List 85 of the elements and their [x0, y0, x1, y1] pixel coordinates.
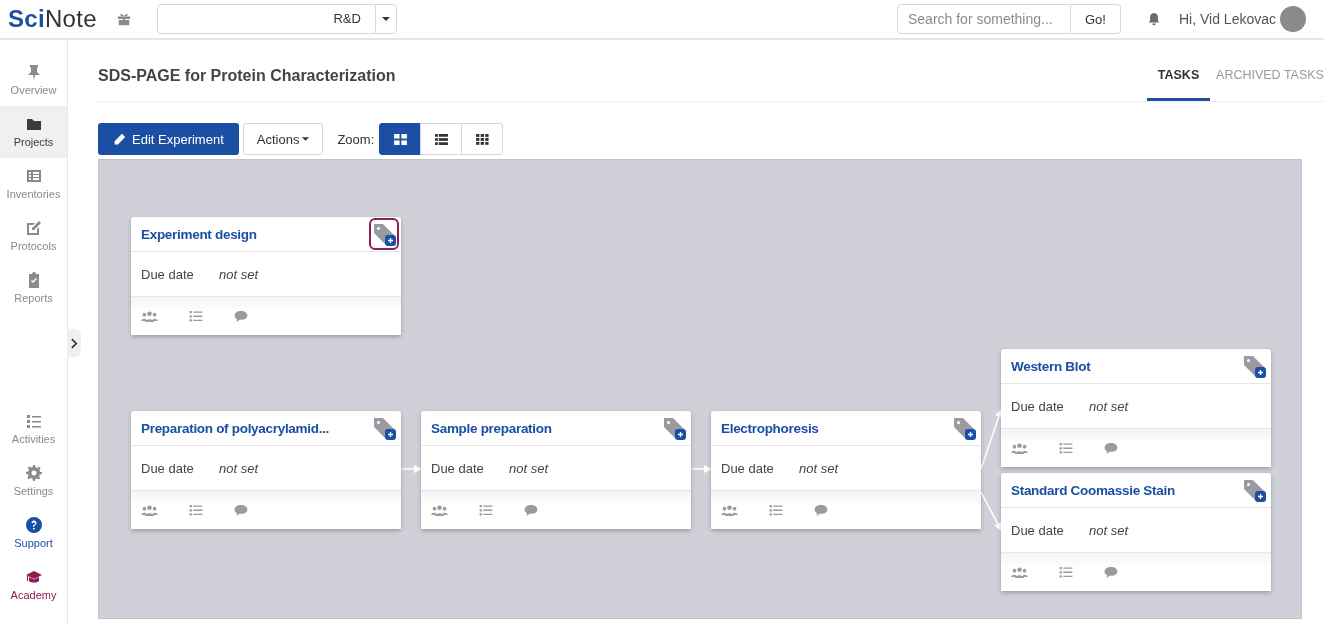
task-name[interactable]: Experiment design	[141, 226, 257, 242]
sidebar-item[interactable]: Academy	[0, 559, 67, 611]
gift-icon[interactable]	[116, 12, 131, 26]
add-tag-button[interactable]	[369, 218, 399, 250]
due-date-value: not set	[799, 460, 839, 476]
comment-icon[interactable]	[234, 504, 248, 516]
task-name[interactable]: Sample preparation	[431, 420, 552, 436]
search-field[interactable]: Search for something...	[897, 4, 1071, 34]
connector-arrow	[690, 465, 712, 473]
due-date-value: not set	[219, 266, 259, 282]
question-icon	[25, 517, 42, 533]
large-grid-icon	[393, 133, 407, 145]
experiment-title: SDS-PAGE for Protein Characterization	[98, 67, 396, 85]
pencil-icon	[113, 132, 126, 146]
sidebar-item[interactable]: Overview	[0, 54, 67, 106]
task-name[interactable]: Standard Coomassie Stain	[1011, 482, 1175, 498]
list-icon[interactable]	[189, 504, 203, 516]
due-date-value: not set	[1089, 522, 1129, 538]
list-icon[interactable]	[1059, 442, 1073, 454]
actions-button[interactable]: Actions	[242, 123, 324, 155]
small-grid-icon	[475, 133, 489, 145]
due-date-label: Due date	[1011, 522, 1065, 538]
list-icon[interactable]	[769, 504, 783, 516]
due-date-label: Due date	[431, 460, 485, 476]
folder-icon	[25, 116, 42, 132]
users-icon[interactable]	[1011, 566, 1028, 578]
task-card[interactable]: Western Blot Due date not set	[1001, 349, 1271, 467]
due-date-label: Due date	[721, 460, 775, 476]
edit-icon	[25, 220, 42, 236]
expand-sidebar-button[interactable]	[67, 329, 81, 357]
task-card[interactable]: Standard Coomassie Stain Due date not set	[1001, 473, 1271, 591]
caret-icon	[302, 137, 310, 141]
connector-arrow	[980, 491, 1002, 531]
bell-icon[interactable]	[1147, 12, 1161, 26]
sidebar-item[interactable]: Projects	[0, 106, 67, 158]
user-greeting[interactable]: Hi, Vid Lekovac	[1179, 11, 1276, 27]
list-icon	[434, 133, 448, 145]
due-date-value: not set	[509, 460, 549, 476]
connector-arrow	[980, 409, 1003, 470]
task-name[interactable]: Electrophoresis	[721, 420, 819, 436]
scinote-logo[interactable]: SciNote	[8, 5, 97, 33]
due-date-label: Due date	[141, 266, 195, 282]
comment-icon[interactable]	[814, 504, 828, 516]
users-icon[interactable]	[141, 310, 158, 322]
tab[interactable]: TASKS	[1147, 68, 1210, 101]
team-dropdown[interactable]: R&D	[156, 4, 397, 34]
edit-experiment-button[interactable]: Edit Experiment	[98, 123, 239, 155]
task-card[interactable]: Electrophoresis Due date not set	[711, 411, 981, 529]
caret-icon	[381, 17, 390, 21]
chevron-right-icon	[70, 337, 78, 349]
users-icon[interactable]	[1011, 442, 1028, 454]
task-card[interactable]: Experiment design Due date not set	[131, 217, 401, 335]
due-date-label: Due date	[141, 460, 195, 476]
sidebar-item[interactable]: Inventories	[0, 158, 67, 210]
due-date-value: not set	[219, 460, 259, 476]
connector-arrow	[400, 465, 422, 473]
comment-icon[interactable]	[524, 504, 538, 516]
due-date-value: not set	[1089, 398, 1129, 414]
go-button[interactable]: Go!	[1071, 4, 1121, 34]
bullets-icon	[25, 413, 42, 429]
zoom-button[interactable]	[379, 123, 422, 155]
comment-icon[interactable]	[1104, 442, 1118, 454]
list-icon[interactable]	[189, 310, 203, 322]
cap-icon	[25, 569, 42, 585]
users-icon[interactable]	[431, 504, 448, 516]
zoom-label: Zoom:	[337, 131, 375, 147]
users-icon[interactable]	[141, 504, 158, 516]
comment-icon[interactable]	[234, 310, 248, 322]
users-icon[interactable]	[721, 504, 738, 516]
list-icon	[25, 168, 42, 184]
task-card[interactable]: Sample preparation Due date not set	[421, 411, 691, 529]
comment-icon[interactable]	[1104, 566, 1118, 578]
avatar[interactable]	[1280, 6, 1306, 32]
task-name[interactable]: Western Blot	[1011, 358, 1091, 374]
sidebar-item[interactable]: Support	[0, 507, 67, 559]
sidebar-item[interactable]: Activities	[0, 403, 67, 455]
due-date-label: Due date	[1011, 398, 1065, 414]
sidebar-item[interactable]: Protocols	[0, 210, 67, 262]
sidebar-item[interactable]: Settings	[0, 455, 67, 507]
list-icon[interactable]	[1059, 566, 1073, 578]
list-icon[interactable]	[479, 504, 493, 516]
gear-icon	[25, 465, 42, 481]
task-name[interactable]: Preparation of polyacrylamid...	[141, 420, 329, 436]
sidebar-item[interactable]: Reports	[0, 262, 67, 314]
task-card[interactable]: Preparation of polyacrylamid... Due date not set	[131, 411, 401, 529]
